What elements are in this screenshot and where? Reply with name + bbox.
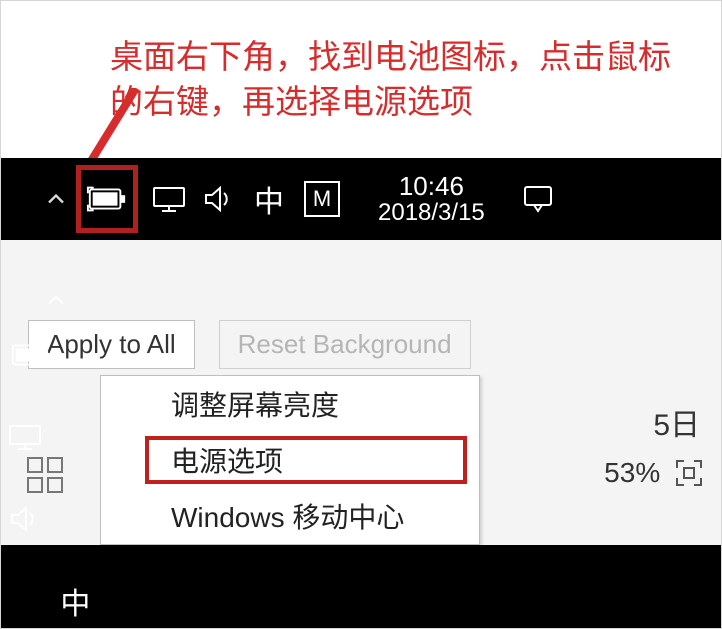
- tray-chevron-icon[interactable]: [0, 158, 76, 240]
- ime-mode-indicator[interactable]: M: [294, 158, 350, 240]
- date-fragment: 5日: [653, 400, 700, 444]
- battery-context-menu: 调整屏幕亮度 电源选项 Windows 移动中心: [100, 375, 480, 545]
- ime-m-icon: M: [304, 181, 340, 217]
- volume-tray-icon[interactable]: [0, 478, 50, 560]
- zoom-percent: 53%: [604, 457, 704, 489]
- display-tray-icon[interactable]: [0, 396, 50, 478]
- tray-chevron-icon[interactable]: [0, 286, 76, 314]
- display-tray-icon[interactable]: [144, 158, 194, 240]
- clock-date: 2018/3/15: [378, 200, 485, 226]
- menu-item-power-options[interactable]: 电源选项: [101, 432, 479, 488]
- system-tray-bottom: 中 M . 2018/3/15: [0, 545, 722, 629]
- battery-tray-button[interactable]: [76, 165, 138, 233]
- system-clock[interactable]: 10:46 2018/3/15: [360, 158, 503, 240]
- battery-charging-icon: [86, 184, 128, 214]
- battery-charging-icon: [9, 340, 51, 370]
- menu-item-brightness[interactable]: 调整屏幕亮度: [101, 376, 479, 432]
- reset-background-button: Reset Background: [219, 320, 471, 369]
- instruction-text: 桌面右下角，找到电池图标，点击鼠标的右键，再选择电源选项: [110, 35, 690, 124]
- fullscreen-icon[interactable]: [674, 458, 704, 488]
- volume-tray-icon[interactable]: [194, 158, 244, 240]
- menu-item-mobility-center[interactable]: Windows 移动中心: [101, 488, 479, 544]
- action-center-icon[interactable]: [503, 158, 573, 240]
- ime-language-indicator[interactable]: 中: [244, 158, 294, 240]
- clock-time: 10:46: [399, 172, 464, 201]
- system-tray: 中 M 10:46 2018/3/15: [0, 158, 722, 240]
- ime-language-indicator[interactable]: 中: [0, 560, 151, 629]
- battery-tray-button[interactable]: [0, 314, 60, 396]
